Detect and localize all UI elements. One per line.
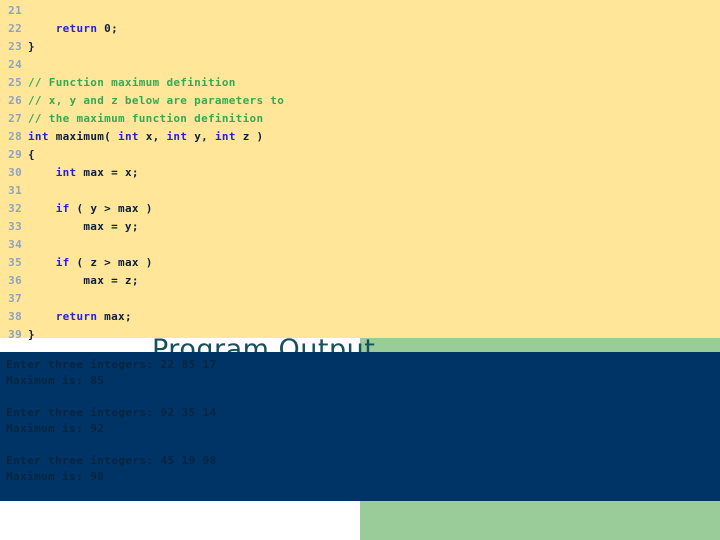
line-number: 28: [8, 130, 22, 143]
console-line: Enter three integers: 92 35 14: [6, 406, 217, 419]
code-token: }: [28, 40, 35, 53]
code-token: {: [28, 148, 35, 161]
code-line: 33 max = y;: [0, 218, 720, 236]
code-token: ( z > max ): [69, 256, 153, 269]
code-token: max;: [97, 310, 132, 323]
line-number: 29: [8, 148, 22, 161]
code-line: 34: [0, 236, 720, 254]
line-number: 30: [8, 166, 22, 179]
code-token: return: [55, 22, 98, 35]
console-line: Maximum is: 92: [6, 422, 105, 435]
line-number: 35: [8, 256, 22, 269]
code-line: 21: [0, 2, 720, 20]
console-window: Enter three integers: 22 85 17 Maximum is…: [0, 352, 720, 501]
code-line: 31: [0, 182, 720, 200]
code-token: ( y > max ): [69, 202, 153, 215]
slide-root: 21 22 return 0; 23} 24 25// Function maximum…: [0, 0, 720, 540]
line-number: 32: [8, 202, 22, 215]
code-token: int: [55, 166, 77, 179]
code-token: if: [55, 256, 70, 269]
line-number: 31: [8, 184, 22, 197]
code-line: 22 return 0;: [0, 20, 720, 38]
console-line: Maximum is: 98: [6, 470, 105, 483]
code-token: y,: [187, 130, 215, 143]
line-number: 39: [8, 328, 22, 341]
line-number: 34: [8, 238, 22, 251]
code-token: z ): [235, 130, 264, 143]
code-token: int: [214, 130, 236, 143]
line-number: 36: [8, 274, 22, 287]
console-output: Enter three integers: 22 85 17 Maximum is…: [0, 352, 720, 485]
code-listing: 21 22 return 0; 23} 24 25// Function maximum…: [0, 0, 720, 344]
line-number: 21: [8, 4, 22, 17]
code-line: 36 max = z;: [0, 272, 720, 290]
code-token: 0;: [97, 22, 119, 35]
line-number: 37: [8, 292, 22, 305]
code-token: max = z;: [28, 274, 139, 287]
accent-band-bottom: [360, 501, 720, 540]
code-token: max = y;: [28, 220, 139, 233]
code-token: max = x;: [76, 166, 139, 179]
code-token: int: [118, 130, 139, 143]
code-token: // x, y and z below are parameters to: [28, 94, 285, 107]
code-line: 32 if ( y > max ): [0, 200, 720, 218]
code-line: 25 // Function maximum definition: [0, 74, 720, 92]
code-line: 37: [0, 290, 720, 308]
code-line: 26 // x, y and z below are parameters to: [0, 92, 720, 110]
code-line: 28 int maximum( int x, int y, int z ): [0, 128, 720, 146]
line-number: 25: [8, 76, 22, 89]
code-line: 23}: [0, 38, 720, 56]
line-number: 23: [8, 40, 22, 53]
code-line: 35 if ( z > max ): [0, 254, 720, 272]
code-token: // the maximum function definition: [28, 112, 264, 125]
code-panel: 21 22 return 0; 23} 24 25// Function maximum…: [0, 0, 720, 341]
console-line: Enter three integers: 45 19 98: [6, 454, 217, 467]
line-number: 22: [8, 22, 22, 35]
code-token: // Function maximum definition: [28, 76, 236, 89]
code-token: x,: [138, 130, 167, 143]
code-token: if: [55, 202, 70, 215]
line-number: 27: [8, 112, 22, 125]
line-number: 33: [8, 220, 22, 233]
console-line: Enter three integers: 22 85 17: [6, 358, 217, 371]
line-number: 38: [8, 310, 22, 323]
code-token: int: [28, 130, 49, 143]
code-token: return: [55, 310, 98, 323]
line-number: 26: [8, 94, 22, 107]
code-line: 27 // the maximum function definition: [0, 110, 720, 128]
code-line: 24: [0, 56, 720, 74]
console-line: Maximum is: 85: [6, 374, 105, 387]
code-token: maximum(: [48, 130, 119, 143]
code-token: }: [28, 328, 35, 341]
code-line: 30 int max = x;: [0, 164, 720, 182]
code-token: int: [166, 130, 188, 143]
code-line: 29 {: [0, 146, 720, 164]
line-number: 24: [8, 58, 22, 71]
code-line: 38 return max;: [0, 308, 720, 326]
